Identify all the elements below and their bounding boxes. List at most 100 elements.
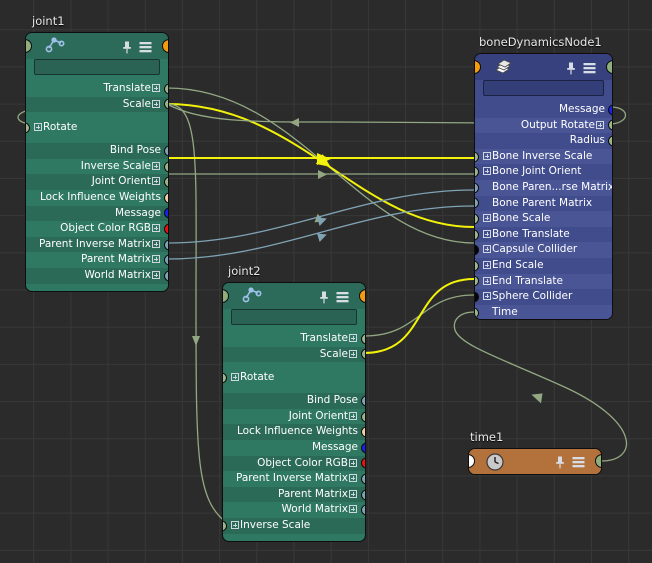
plug-rotate[interactable] — [26, 122, 30, 134]
attr-row-object-color-rgb[interactable]: Object Color RGB — [26, 221, 168, 237]
attr-row-lock-influence-weights[interactable]: Lock Influence Weights — [223, 424, 365, 440]
plug-bone-translate[interactable] — [475, 229, 479, 241]
attr-row-bone-parent-inverse-matrix[interactable]: Bone Paren...rse Matrix — [475, 179, 612, 196]
attr-row-bone-joint-orient[interactable]: Bone Joint Orient — [475, 164, 612, 180]
expand-icon[interactable] — [483, 292, 491, 301]
attr-row-capsule-collider[interactable]: Capsule Collider — [475, 242, 612, 258]
header-input-plug[interactable] — [223, 289, 229, 303]
attr-row-inverse-scale[interactable]: Inverse Scale — [26, 158, 168, 175]
node-joint2[interactable]: Translate Scale Rotate Bind Pose Joint O… — [222, 282, 366, 542]
attr-row-end-scale[interactable]: End Scale — [475, 257, 612, 274]
plug-translate[interactable] — [361, 333, 365, 345]
node-name-field-bonedynamicsnode1[interactable] — [483, 80, 604, 96]
expand-icon[interactable] — [152, 84, 160, 92]
plug-world-matrix[interactable] — [164, 270, 168, 282]
plug-output-rotate[interactable] — [608, 119, 612, 131]
expand-icon[interactable] — [349, 458, 357, 467]
plug-lock-influence-weights[interactable] — [164, 192, 168, 204]
attr-row-message[interactable]: Message — [223, 439, 365, 456]
expand-icon[interactable] — [152, 161, 160, 170]
node-header-bonedynamicsnode1[interactable] — [475, 54, 612, 80]
plug-message[interactable] — [608, 104, 612, 116]
plug-radius[interactable] — [608, 135, 612, 147]
attr-row-time[interactable]: Time — [475, 304, 612, 319]
plug-scale[interactable] — [164, 98, 168, 110]
plug-sphere-collider[interactable] — [475, 291, 479, 303]
expand-icon[interactable] — [349, 411, 357, 420]
plug-time[interactable] — [475, 307, 479, 319]
attr-row-joint-orient[interactable]: Joint Orient — [26, 174, 168, 190]
node-header-joint2[interactable] — [223, 283, 365, 309]
plug-bone-parent-inverse-matrix[interactable] — [475, 182, 479, 194]
attr-row-message[interactable]: Message — [26, 205, 168, 222]
plug-bone-joint-orient[interactable] — [475, 166, 479, 178]
expand-icon[interactable] — [152, 177, 160, 186]
expand-icon[interactable] — [483, 167, 491, 176]
expand-icon[interactable] — [34, 123, 42, 132]
attr-row-rotate[interactable]: Rotate — [223, 362, 365, 394]
node-header-time1[interactable] — [469, 449, 601, 474]
attr-row-world-matrix[interactable]: World Matrix — [26, 267, 168, 284]
attr-row-parent-inverse-matrix[interactable]: Parent Inverse Matrix — [26, 236, 168, 253]
expand-icon[interactable] — [349, 505, 357, 514]
node-bonedynamicsnode1[interactable]: Message Output Rotate Radius Bone Invers… — [474, 53, 613, 320]
attr-row-end-translate[interactable]: End Translate — [475, 273, 612, 290]
plug-bind-pose[interactable] — [164, 145, 168, 157]
pin-icon[interactable] — [319, 289, 329, 308]
attr-row-parent-matrix[interactable]: Parent Matrix — [223, 486, 365, 503]
node-time1[interactable] — [468, 448, 602, 475]
list-icon[interactable] — [139, 39, 152, 58]
attr-row-sphere-collider[interactable]: Sphere Collider — [475, 289, 612, 305]
attr-row-message[interactable]: Message — [475, 102, 612, 118]
expand-icon[interactable] — [483, 229, 491, 238]
plug-inverse-scale[interactable] — [164, 161, 168, 173]
attr-row-translate[interactable]: Translate — [223, 331, 365, 347]
expand-icon[interactable] — [152, 239, 160, 248]
list-icon[interactable] — [583, 60, 596, 79]
pin-icon[interactable] — [555, 454, 565, 473]
plug-object-color-rgb[interactable] — [361, 457, 365, 469]
expand-icon[interactable] — [483, 260, 491, 269]
expand-icon[interactable] — [231, 373, 239, 382]
node-name-field-joint1[interactable] — [34, 59, 160, 75]
attr-row-bind-pose[interactable]: Bind Pose — [26, 143, 168, 159]
attr-row-bind-pose[interactable]: Bind Pose — [223, 393, 365, 409]
node-editor-canvas[interactable]: joint1 Translate Scale Rotate Bind Pose … — [0, 0, 652, 563]
expand-icon[interactable] — [349, 349, 357, 358]
expand-icon[interactable] — [483, 214, 491, 223]
expand-icon[interactable] — [231, 520, 239, 529]
node-header-joint1[interactable] — [26, 33, 168, 59]
expand-icon[interactable] — [152, 270, 160, 279]
attr-row-bone-scale[interactable]: Bone Scale — [475, 211, 612, 227]
attr-row-bone-translate[interactable]: Bone Translate — [475, 226, 612, 243]
plug-rotate[interactable] — [223, 372, 227, 384]
header-output-plug[interactable] — [606, 60, 612, 74]
attr-row-bone-inverse-scale[interactable]: Bone Inverse Scale — [475, 148, 612, 165]
plug-parent-matrix[interactable] — [361, 489, 365, 501]
attr-row-object-color-rgb[interactable]: Object Color RGB — [223, 455, 365, 472]
expand-icon[interactable] — [483, 245, 491, 254]
expand-icon[interactable] — [596, 120, 604, 129]
plug-inverse-scale[interactable] — [223, 520, 227, 532]
expand-icon[interactable] — [349, 489, 357, 498]
plug-lock-influence-weights[interactable] — [361, 426, 365, 438]
expand-icon[interactable] — [349, 474, 357, 483]
header-output-plug[interactable] — [162, 39, 168, 53]
header-input-plug[interactable] — [475, 60, 481, 74]
header-output-plug[interactable] — [359, 289, 365, 303]
node-name-field-joint2[interactable] — [231, 309, 357, 325]
plug-world-matrix[interactable] — [361, 504, 365, 516]
plug-parent-inverse-matrix[interactable] — [361, 473, 365, 485]
plug-parent-inverse-matrix[interactable] — [164, 239, 168, 251]
attr-row-parent-matrix[interactable]: Parent Matrix — [26, 252, 168, 268]
attr-row-joint-orient[interactable]: Joint Orient — [223, 408, 365, 425]
attr-row-scale[interactable]: Scale — [26, 96, 168, 113]
plug-object-color-rgb[interactable] — [164, 223, 168, 235]
plug-bone-inverse-scale[interactable] — [475, 151, 479, 163]
plug-bone-scale[interactable] — [475, 213, 479, 225]
header-output-plug[interactable] — [595, 454, 601, 468]
expand-icon[interactable] — [349, 334, 357, 342]
attr-row-radius[interactable]: Radius — [475, 133, 612, 149]
attr-row-rotate[interactable]: Rotate — [26, 112, 168, 144]
plug-end-scale[interactable] — [475, 260, 479, 272]
